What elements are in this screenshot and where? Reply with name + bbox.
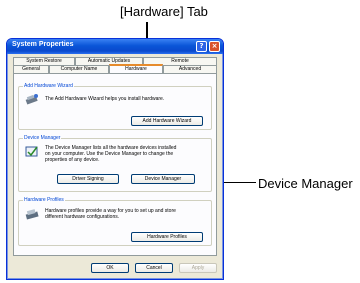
- system-properties-dialog: System Properties ? × System Restore Aut…: [6, 38, 224, 280]
- title-bar: System Properties ? ×: [7, 39, 223, 54]
- device-manager-icon: [25, 146, 38, 157]
- device-manager-group: Device Manager The Device Manager lists …: [18, 135, 212, 192]
- ok-button[interactable]: OK: [91, 263, 129, 273]
- hardware-wizard-icon: [25, 94, 38, 105]
- profiles-description-line-2: different hardware configurations.: [45, 214, 120, 220]
- group-title: Hardware Profiles: [23, 197, 65, 203]
- hardware-profiles-icon: [25, 209, 39, 220]
- cancel-button[interactable]: Cancel: [135, 263, 173, 273]
- add-hardware-wizard-button[interactable]: Add Hardware Wizard: [131, 116, 203, 126]
- callout-device-manager: Device Manager: [258, 176, 353, 191]
- callout-hardware-tab: [Hardware] Tab: [120, 4, 208, 19]
- hardware-profiles-button[interactable]: Hardware Profiles: [131, 232, 203, 242]
- apply-button[interactable]: Apply: [179, 263, 217, 273]
- tab-system-restore[interactable]: System Restore: [13, 57, 75, 65]
- window-title: System Properties: [12, 41, 74, 48]
- tab-general[interactable]: General: [13, 65, 49, 73]
- group-title: Device Manager: [23, 135, 62, 141]
- device-manager-button[interactable]: Device Manager: [131, 174, 195, 184]
- hardware-profiles-group: Hardware Profiles Hardware profiles prov…: [18, 197, 212, 246]
- add-hardware-wizard-group: Add Hardware Wizard The Add Hardware Wiz…: [18, 83, 212, 130]
- tab-advanced[interactable]: Advanced: [163, 65, 217, 73]
- tab-computer-name[interactable]: Computer Name: [49, 65, 109, 73]
- close-icon[interactable]: ×: [209, 41, 220, 52]
- wizard-description: The Add Hardware Wizard helps you instal…: [45, 96, 165, 102]
- device-manager-description-line-3: properties of any device.: [45, 157, 100, 163]
- hardware-tab-panel: Add Hardware Wizard The Add Hardware Wiz…: [13, 73, 217, 256]
- driver-signing-button[interactable]: Driver Signing: [57, 174, 119, 184]
- group-title: Add Hardware Wizard: [23, 83, 74, 89]
- help-icon[interactable]: ?: [196, 41, 207, 52]
